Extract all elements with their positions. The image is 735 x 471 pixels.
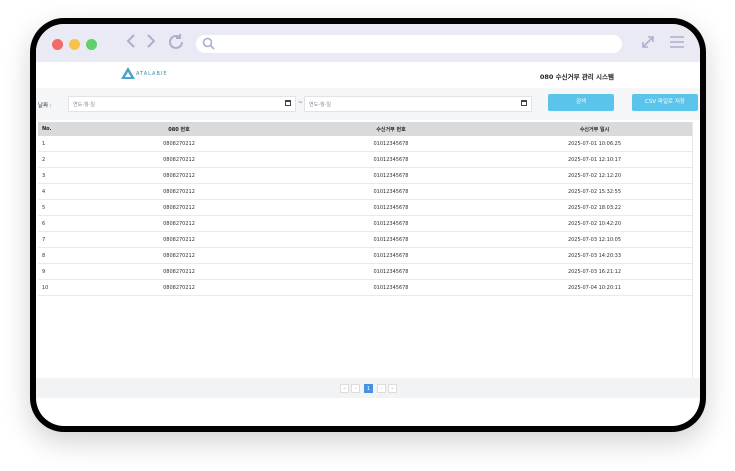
cell-reject-datetime: 2025-07-02 10:42:20 [497, 215, 692, 232]
menu-icon[interactable] [668, 34, 686, 50]
table-row: 5 0808270212 01012345678 2025-07-02 18:03:2… [38, 199, 692, 216]
cell-reject-datetime: 2025-07-04 10:20:11 [497, 279, 692, 296]
column-header-no: No. [38, 122, 73, 136]
cell-reject-number: 01012345678 [285, 183, 497, 200]
cell-080-number: 0808270212 [73, 231, 285, 248]
cell-no: 8 [38, 247, 73, 264]
first-page-button[interactable]: « [340, 384, 349, 393]
cell-reject-datetime: 2025-07-02 18:03:22 [497, 199, 692, 216]
logo-text: ATALABIE [136, 71, 168, 77]
cell-080-number: 0808270212 [73, 136, 285, 152]
cell-reject-number: 01012345678 [285, 279, 497, 296]
cell-reject-number: 01012345678 [285, 136, 497, 152]
minimize-dot[interactable] [69, 39, 80, 50]
cell-reject-datetime: 2025-07-01 12:10:17 [497, 151, 692, 168]
screen: ATALABIE 080 수신거부 관리 시스템 날짜 : 연도-월-일 ~ 연… [36, 24, 700, 426]
end-date-input[interactable]: 연도-월-일 [304, 96, 532, 112]
pagination: « ‹ 1 › » [36, 378, 700, 398]
expand-icon[interactable] [640, 34, 656, 50]
date-label: 날짜 : [38, 103, 52, 109]
table-row: 1 0808270212 01012345678 2025-07-01 10:06:2… [38, 136, 692, 152]
table-row: 9 0808270212 01012345678 2025-07-03 16:21:1… [38, 263, 692, 280]
date-separator: ~ [298, 99, 304, 106]
cell-reject-number: 01012345678 [285, 151, 497, 168]
maximize-dot[interactable] [86, 39, 97, 50]
cell-no: 10 [38, 279, 73, 296]
table-row: 4 0808270212 01012345678 2025-07-02 15:32:5… [38, 183, 692, 200]
data-table: No. 080 번호 수신거부 번호 수신거부 일시 1 0808270212 01… [38, 122, 692, 296]
search-icon [202, 37, 215, 50]
page-1-button[interactable]: 1 [364, 384, 373, 393]
column-header-reject-datetime: 수신거부 일시 [497, 122, 692, 136]
cell-080-number: 0808270212 [73, 199, 285, 216]
prev-page-button[interactable]: ‹ [351, 384, 360, 393]
cell-no: 4 [38, 183, 73, 200]
table-row: 2 0808270212 01012345678 2025-07-01 12:10:1… [38, 151, 692, 168]
forward-icon[interactable] [146, 33, 156, 49]
csv-export-button[interactable]: CSV 파일로 저장 [632, 94, 698, 111]
table-row: 6 0808270212 01012345678 2025-07-02 10:42:2… [38, 215, 692, 232]
back-icon[interactable] [126, 33, 136, 49]
cell-reject-number: 01012345678 [285, 167, 497, 184]
cell-reject-datetime: 2025-07-03 12:10:05 [497, 231, 692, 248]
address-bar[interactable] [196, 35, 622, 53]
cell-080-number: 0808270212 [73, 151, 285, 168]
next-page-button[interactable]: › [377, 384, 386, 393]
close-dot[interactable] [52, 39, 63, 50]
table-row: 3 0808270212 01012345678 2025-07-02 12:12:2… [38, 167, 692, 184]
cell-no: 5 [38, 199, 73, 216]
cell-080-number: 0808270212 [73, 263, 285, 280]
cell-no: 6 [38, 215, 73, 232]
cell-no: 2 [38, 151, 73, 168]
cell-reject-datetime: 2025-07-02 15:32:55 [497, 183, 692, 200]
reload-icon[interactable] [167, 33, 185, 51]
search-button[interactable]: 검색 [548, 94, 614, 111]
cell-reject-number: 01012345678 [285, 231, 497, 248]
browser-toolbar [36, 24, 700, 62]
last-page-button[interactable]: » [388, 384, 397, 393]
cell-reject-number: 01012345678 [285, 215, 497, 232]
logo-icon [121, 67, 135, 79]
cell-no: 1 [38, 136, 73, 152]
cell-080-number: 0808270212 [73, 167, 285, 184]
start-date-input[interactable]: 연도-월-일 [68, 96, 296, 112]
cell-no: 9 [38, 263, 73, 280]
cell-no: 7 [38, 231, 73, 248]
filter-bar: 날짜 : 연도-월-일 ~ 연도-월-일 검색 CSV 파일로 저장 [36, 88, 700, 120]
table-row: 10 0808270212 01012345678 2025-07-04 10:20:… [38, 279, 692, 296]
cell-080-number: 0808270212 [73, 247, 285, 264]
cell-080-number: 0808270212 [73, 183, 285, 200]
device-frame: ATALABIE 080 수신거부 관리 시스템 날짜 : 연도-월-일 ~ 연… [30, 18, 706, 432]
calendar-icon[interactable] [521, 100, 527, 106]
cell-reject-datetime: 2025-07-01 10:06:25 [497, 136, 692, 152]
start-date-placeholder: 연도-월-일 [73, 102, 96, 108]
cell-reject-datetime: 2025-07-03 16:21:12 [497, 263, 692, 280]
table-row: 8 0808270212 01012345678 2025-07-03 14:20:3… [38, 247, 692, 264]
cell-080-number: 0808270212 [73, 279, 285, 296]
cell-reject-datetime: 2025-07-03 14:20:33 [497, 247, 692, 264]
cell-no: 3 [38, 167, 73, 184]
table-row: 7 0808270212 01012345678 2025-07-03 12:10:0… [38, 231, 692, 248]
app-header: ATALABIE 080 수신거부 관리 시스템 [36, 62, 700, 89]
calendar-icon[interactable] [285, 100, 291, 106]
column-header-080-number: 080 번호 [73, 122, 285, 136]
page-title: 080 수신거부 관리 시스템 [539, 73, 614, 81]
column-header-reject-number: 수신거부 번호 [285, 122, 497, 136]
table-header-row: No. 080 번호 수신거부 번호 수신거부 일시 [38, 122, 692, 136]
cell-reject-number: 01012345678 [285, 247, 497, 264]
cell-reject-number: 01012345678 [285, 263, 497, 280]
cell-reject-datetime: 2025-07-02 12:12:20 [497, 167, 692, 184]
cell-reject-number: 01012345678 [285, 199, 497, 216]
end-date-placeholder: 연도-월-일 [309, 102, 332, 108]
cell-080-number: 0808270212 [73, 215, 285, 232]
table-right-border [692, 122, 693, 378]
